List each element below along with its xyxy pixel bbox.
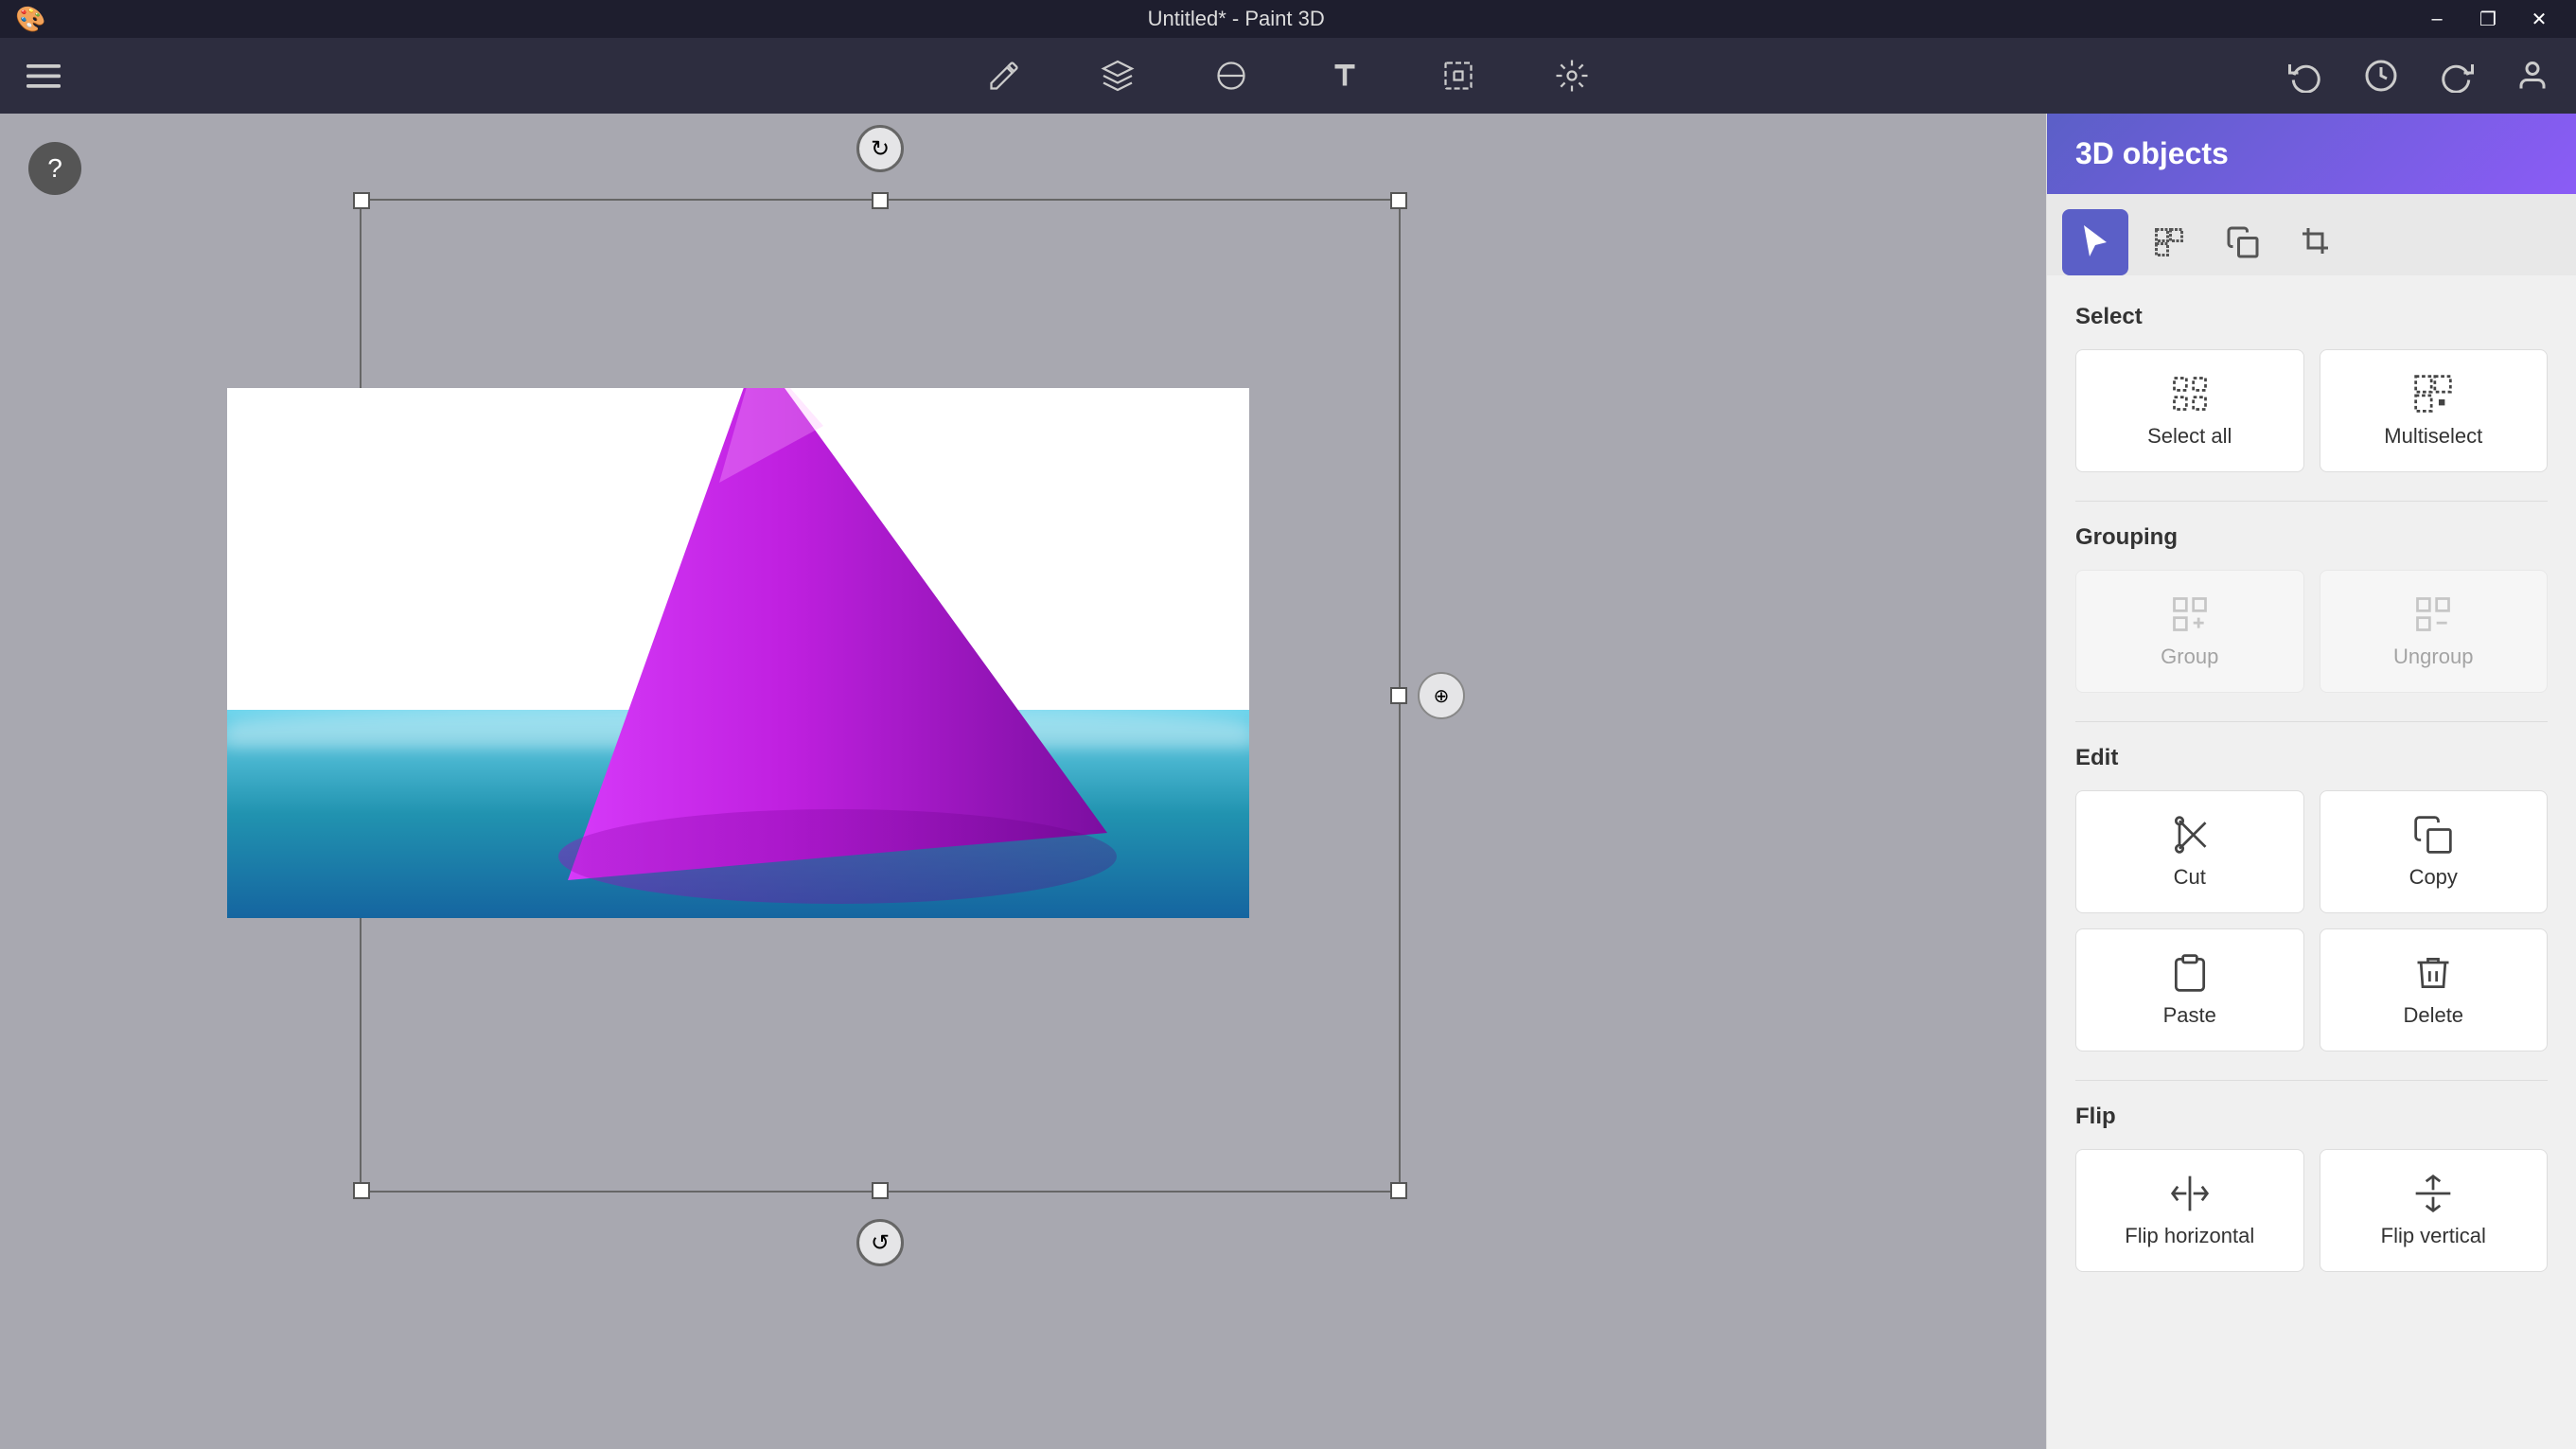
hamburger-menu[interactable] — [15, 47, 72, 104]
flip-vertical-label: Flip vertical — [2381, 1224, 2486, 1248]
crop-tab[interactable] — [2284, 209, 2350, 275]
3d-shapes-btn[interactable] — [1089, 47, 1146, 104]
panel-tabs — [2047, 194, 2576, 275]
delete-label: Delete — [2403, 1003, 2463, 1028]
undo-button[interactable] — [2277, 47, 2334, 104]
select-tool-btn[interactable] — [1430, 47, 1487, 104]
edit-section-label: Edit — [2075, 745, 2548, 771]
handle-top-left[interactable] — [353, 192, 370, 209]
3d-cone — [492, 388, 1155, 918]
multiselect-tab[interactable] — [2136, 209, 2202, 275]
handle-top-mid[interactable] — [872, 192, 889, 209]
rotate-handle-bottom[interactable]: ↺ — [856, 1219, 904, 1266]
help-button[interactable]: ? — [28, 142, 81, 195]
canvas-area: ? ↻ ↺ ⊕ ⊕ — [0, 114, 2046, 1449]
panel-title: 3D objects — [2075, 136, 2229, 170]
toolbar-right — [2277, 47, 2561, 104]
paste-label: Paste — [2163, 1003, 2216, 1028]
select-all-label: Select all — [2147, 424, 2232, 449]
redo-button[interactable] — [2428, 47, 2485, 104]
delete-button[interactable]: Delete — [2320, 928, 2549, 1051]
flip-horizontal-button[interactable]: Flip horizontal — [2075, 1149, 2304, 1272]
paste-button[interactable]: Paste — [2075, 928, 2304, 1051]
right-panel: 3D objects — [2046, 114, 2576, 1449]
edit-grid: Cut Copy Paste — [2075, 790, 2548, 1051]
canvas-image — [227, 388, 1249, 918]
select-grid: Select all Multiselect — [2075, 349, 2548, 472]
flip-vertical-button[interactable]: Flip vertical — [2320, 1149, 2549, 1272]
cut-label: Cut — [2174, 865, 2206, 890]
divider-2 — [2075, 721, 2548, 722]
grouping-grid: Group Ungroup — [2075, 570, 2548, 693]
handle-bottom-mid[interactable] — [872, 1182, 889, 1199]
toolbar — [0, 38, 2576, 114]
maximize-button[interactable]: ❐ — [2466, 0, 2510, 38]
multiselect-label: Multiselect — [2384, 424, 2482, 449]
ungroup-label: Ungroup — [2393, 645, 2473, 669]
flip-horizontal-label: Flip horizontal — [2125, 1224, 2254, 1248]
minimize-button[interactable]: – — [2415, 0, 2459, 38]
grouping-section-label: Grouping — [2075, 524, 2548, 551]
rotate-handle-top[interactable]: ↻ — [856, 125, 904, 172]
ungroup-button[interactable]: Ungroup — [2320, 570, 2549, 693]
history-button[interactable] — [2353, 47, 2409, 104]
flip-grid: Flip horizontal Flip vertical — [2075, 1149, 2548, 1272]
group-button[interactable]: Group — [2075, 570, 2304, 693]
divider-3 — [2075, 1080, 2548, 1081]
select-all-button[interactable]: Select all — [2075, 349, 2304, 472]
close-button[interactable]: ✕ — [2517, 0, 2561, 38]
select-section-label: Select — [2075, 304, 2548, 330]
effects-btn[interactable] — [1544, 47, 1600, 104]
flip-section-label: Flip — [2075, 1104, 2548, 1130]
select-tab[interactable] — [2062, 209, 2128, 275]
copy-label: Copy — [2409, 865, 2458, 890]
handle-mid-right[interactable] — [1390, 687, 1407, 704]
profile-button[interactable] — [2504, 47, 2561, 104]
z-depth-control-right[interactable]: ⊕ — [1418, 672, 1465, 719]
panel-header: 3D objects — [2047, 114, 2576, 194]
main-area: ? ↻ ↺ ⊕ ⊕ — [0, 114, 2576, 1449]
copy-obj-tab[interactable] — [2210, 209, 2276, 275]
toolbar-left — [15, 47, 72, 104]
2d-shapes-btn[interactable] — [1203, 47, 1260, 104]
multiselect-button[interactable]: Multiselect — [2320, 349, 2549, 472]
divider-1 — [2075, 501, 2548, 502]
handle-bottom-right[interactable] — [1390, 1182, 1407, 1199]
panel-content: Select Select all — [2047, 275, 2576, 1449]
handle-bottom-left[interactable] — [353, 1182, 370, 1199]
window-controls: – ❐ ✕ — [2415, 0, 2561, 38]
handle-top-right[interactable] — [1390, 192, 1407, 209]
copy-button[interactable]: Copy — [2320, 790, 2549, 913]
title-bar: 🎨 Untitled* - Paint 3D – ❐ ✕ — [0, 0, 2576, 38]
cut-button[interactable]: Cut — [2075, 790, 2304, 913]
brush-tool-btn[interactable] — [976, 47, 1032, 104]
text-tool-btn[interactable] — [1316, 47, 1373, 104]
group-label: Group — [2161, 645, 2218, 669]
window-title: Untitled* - Paint 3D — [57, 7, 2415, 31]
app-icon: 🎨 — [15, 5, 45, 34]
